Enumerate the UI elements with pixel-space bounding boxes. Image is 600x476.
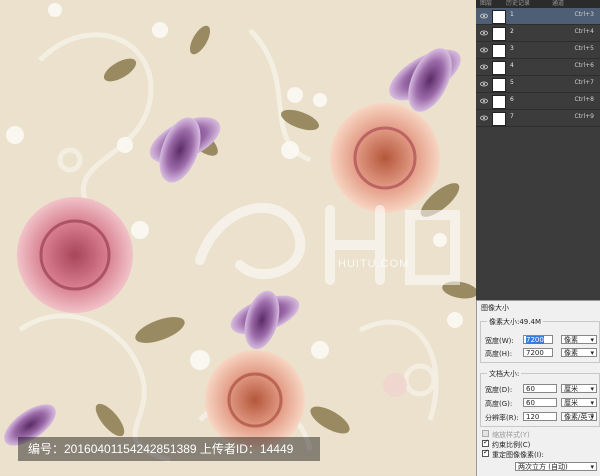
resolution-unit[interactable]: 像素/英寸 — [561, 412, 597, 422]
height-label: 高度(H): — [485, 350, 513, 358]
resample-checkbox[interactable] — [482, 448, 489, 457]
eye-icon[interactable] — [480, 29, 488, 37]
layer-thumbnail — [492, 61, 506, 75]
resolution-label: 分辨率(R): — [485, 414, 519, 422]
eye-icon[interactable] — [480, 80, 488, 88]
scale-styles-checkbox[interactable] — [482, 430, 489, 437]
layer-thumbnail — [492, 27, 506, 41]
doc-height-input[interactable]: 60 — [523, 398, 557, 407]
scale-styles-label: 缩放样式(Y) — [492, 431, 530, 439]
layer-shortcut: Ctrl+8 — [574, 96, 594, 103]
constrain-proportions-checkbox[interactable] — [482, 438, 489, 447]
layer-row[interactable]: 1 Ctrl+3 — [476, 8, 600, 25]
tab-history[interactable]: 历史记录 — [506, 0, 530, 8]
eye-icon[interactable] — [480, 12, 488, 20]
layer-row[interactable]: 5 Ctrl+7 — [476, 76, 600, 93]
image-size-dialog: 图像大小 像素大小:49.4M 宽度(W): 7200 像素 高度(H): 72… — [476, 300, 600, 476]
resolution-input[interactable]: 120 — [523, 412, 557, 421]
doc-width-unit[interactable]: 厘米 — [561, 384, 597, 394]
watermark-logo — [195, 203, 460, 285]
resample-method-select[interactable]: 两次立方 (自动) — [515, 462, 597, 472]
doc-width-label: 宽度(D): — [485, 386, 513, 394]
eye-icon[interactable] — [480, 63, 488, 71]
pixel-width-unit[interactable]: 像素 — [561, 335, 597, 345]
resample-label: 重定图像像素(I): — [492, 451, 544, 459]
layer-thumbnail — [492, 78, 506, 92]
layer-shortcut: Ctrl+9 — [574, 113, 594, 120]
layer-shortcut: Ctrl+6 — [574, 62, 594, 69]
watermark-bar: 编号：20160401154242851389 上传者ID：14449 — [18, 437, 320, 461]
eye-icon[interactable] — [480, 97, 488, 105]
layer-name: 3 — [510, 45, 514, 52]
layer-name: 7 — [510, 113, 514, 120]
doc-height-unit[interactable]: 厘米 — [561, 398, 597, 408]
layer-shortcut: Ctrl+4 — [574, 28, 594, 35]
tab-layers[interactable]: 图层 — [480, 0, 492, 8]
watermark-site: HUITU.COM — [338, 258, 410, 270]
layer-shortcut: Ctrl+3 — [574, 11, 594, 18]
doc-height-label: 高度(G): — [485, 400, 513, 408]
constrain-proportions-label: 约束比例(C) — [492, 441, 531, 449]
eye-icon[interactable] — [480, 114, 488, 122]
width-label: 宽度(W): — [485, 337, 514, 345]
tab-channels[interactable]: 通道 — [552, 0, 564, 8]
pixel-height-unit[interactable]: 像素 — [561, 348, 597, 358]
layer-row[interactable]: 2 Ctrl+4 — [476, 25, 600, 42]
layer-shortcut: Ctrl+7 — [574, 79, 594, 86]
layer-name: 6 — [510, 96, 514, 103]
panel-tab-bar: 图层 历史记录 通道 — [476, 0, 600, 8]
dialog-title: 图像大小 — [481, 304, 509, 312]
doc-width-input[interactable]: 60 — [523, 384, 557, 393]
layer-thumbnail — [492, 112, 506, 126]
pixel-width-input[interactable]: 7200 — [523, 335, 553, 344]
layer-thumbnail — [492, 44, 506, 58]
pixel-height-input[interactable]: 7200 — [523, 348, 553, 357]
layer-thumbnail — [492, 95, 506, 109]
document-size-label: 文档大小: — [487, 369, 522, 379]
layer-name: 1 — [510, 11, 514, 18]
layer-thumbnail — [492, 10, 506, 24]
layer-row[interactable]: 6 Ctrl+8 — [476, 93, 600, 110]
layer-shortcut: Ctrl+5 — [574, 45, 594, 52]
layer-row[interactable]: 7 Ctrl+9 — [476, 110, 600, 127]
pixel-dimensions-label: 像素大小:49.4M — [487, 317, 543, 327]
layer-row[interactable]: 3 Ctrl+5 — [476, 42, 600, 59]
layer-name: 2 — [510, 28, 514, 35]
layer-name: 5 — [510, 79, 514, 86]
layer-row[interactable]: 4 Ctrl+6 — [476, 59, 600, 76]
eye-icon[interactable] — [480, 46, 488, 54]
layer-name: 4 — [510, 62, 514, 69]
layers-panel: 图层 历史记录 通道 1 Ctrl+3 2 Ctrl+4 3 Ctrl+5 4 Ctrl+6 5… — [476, 0, 600, 300]
